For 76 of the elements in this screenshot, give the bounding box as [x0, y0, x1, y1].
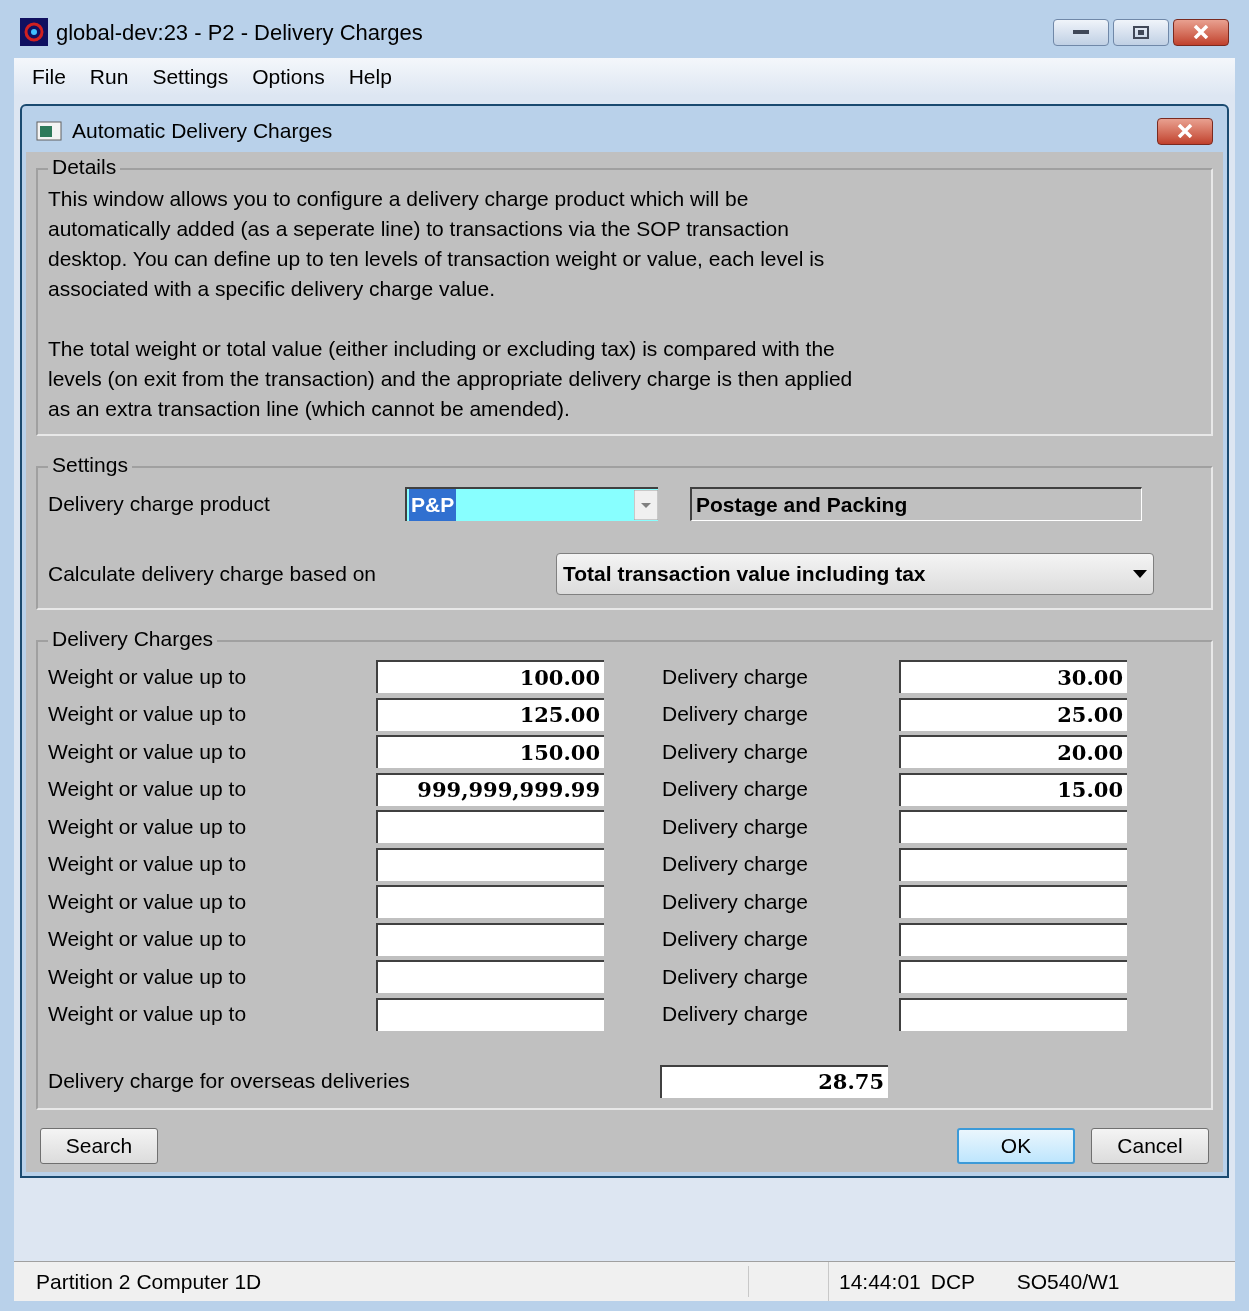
- field-label: Delivery charge: [662, 888, 809, 915]
- number-field[interactable]: [376, 960, 604, 993]
- status-time: 14:44:01: [838, 1268, 921, 1295]
- number-field[interactable]: [899, 810, 1127, 843]
- product-value: P&P: [409, 489, 457, 521]
- number-field[interactable]: [376, 810, 604, 843]
- number-field[interactable]: 100.00: [376, 660, 604, 693]
- basis-dropdown[interactable]: Total transaction value including tax: [556, 553, 1154, 595]
- field-label: Weight or value up to: [48, 663, 248, 690]
- number-field[interactable]: [376, 922, 604, 956]
- field-label: Delivery charge product: [48, 491, 271, 518]
- field-label: Delivery charge: [662, 813, 809, 840]
- field-label: Delivery charge: [662, 701, 809, 728]
- field-label: Delivery charge for overseas deliveries: [48, 1068, 411, 1095]
- number-field[interactable]: 20.00: [899, 735, 1127, 768]
- field-label: Delivery charge: [662, 851, 809, 878]
- field-label: Calculate delivery charge based on: [48, 561, 378, 588]
- field-label: Delivery charge: [662, 776, 809, 803]
- status-program: SO540/W1: [1015, 1268, 1120, 1295]
- number-field[interactable]: [899, 847, 1127, 881]
- number-field[interactable]: [899, 960, 1127, 993]
- dropdown-arrow-icon: [634, 490, 658, 520]
- number-field[interactable]: 28.75: [660, 1064, 888, 1098]
- maximize-button[interactable]: [1113, 18, 1169, 46]
- number-field[interactable]: [376, 997, 604, 1031]
- window-title: global-dev:23 - P2 - Delivery Charges: [56, 18, 423, 47]
- field-label: Delivery charge: [662, 926, 809, 953]
- field-label: Weight or value up to: [48, 926, 248, 953]
- field-label: Delivery charge: [662, 963, 809, 990]
- number-field[interactable]: [899, 997, 1127, 1031]
- menu-item[interactable]: Options: [242, 61, 335, 93]
- minimize-icon: [1073, 29, 1089, 35]
- field-label: Weight or value up to: [48, 701, 248, 728]
- number-field[interactable]: 15.00: [899, 772, 1127, 806]
- menu-item[interactable]: Settings: [142, 61, 239, 93]
- dialog-title: Automatic Delivery Charges: [72, 118, 333, 145]
- field-label: Delivery charge: [662, 663, 809, 690]
- status-user: DCP: [929, 1268, 977, 1295]
- number-field[interactable]: 999,999,999.99: [376, 772, 604, 806]
- close-button[interactable]: [1157, 117, 1213, 145]
- ok-button[interactable]: OK: [957, 1127, 1075, 1164]
- status-text: Partition 2 Computer 1D: [14, 1265, 749, 1298]
- description-field: Postage and Packing: [690, 487, 1142, 521]
- menu-item[interactable]: Help: [338, 61, 402, 93]
- menu-item[interactable]: File: [22, 61, 76, 93]
- minimize-button[interactable]: [1053, 18, 1109, 46]
- number-field[interactable]: [899, 885, 1127, 918]
- number-field[interactable]: 125.00: [376, 697, 604, 731]
- field-label: Weight or value up to: [48, 1001, 248, 1028]
- number-field[interactable]: 25.00: [899, 697, 1127, 731]
- window-icon: [36, 121, 62, 141]
- number-field[interactable]: 30.00: [899, 660, 1127, 693]
- number-field[interactable]: [376, 847, 604, 881]
- cancel-button[interactable]: Cancel: [1091, 1127, 1209, 1164]
- field-label: Weight or value up to: [48, 963, 248, 990]
- field-label: Delivery charge: [662, 1001, 809, 1028]
- search-button[interactable]: Search: [40, 1127, 158, 1164]
- close-icon: [1193, 25, 1209, 39]
- number-field[interactable]: 150.00: [376, 735, 604, 768]
- description-text: The total weight or total value (either including or excluding tax) is compared with the levels (on exit from the transaction) and the appropriate delivery charge is then applied as an extra transaction line (which cannot be amended).: [48, 336, 854, 422]
- number-field[interactable]: [376, 885, 604, 918]
- description-text: This window allows you to configure a delivery charge product which will be automatically added (as a seperate line) to transactions via the SOP transaction desktop. You can define up to ten levels of transaction weight or value, each level is associated with a specific delivery charge value.: [48, 186, 826, 302]
- field-label: Weight or value up to: [48, 776, 248, 803]
- field-label: Weight or value up to: [48, 813, 248, 840]
- field-label: Delivery charge: [662, 738, 809, 765]
- app-icon: [20, 18, 48, 46]
- restore-icon: [1133, 25, 1149, 39]
- field-label: Weight or value up to: [48, 851, 248, 878]
- field-label: Weight or value up to: [48, 888, 248, 915]
- menu-item[interactable]: Run: [79, 61, 139, 93]
- field-label: Weight or value up to: [48, 738, 248, 765]
- dropdown-arrow-icon: [1133, 570, 1147, 578]
- product-combo[interactable]: P&P: [405, 487, 658, 521]
- number-field[interactable]: [899, 922, 1127, 956]
- close-button[interactable]: [1173, 18, 1229, 46]
- close-icon: [1177, 124, 1193, 138]
